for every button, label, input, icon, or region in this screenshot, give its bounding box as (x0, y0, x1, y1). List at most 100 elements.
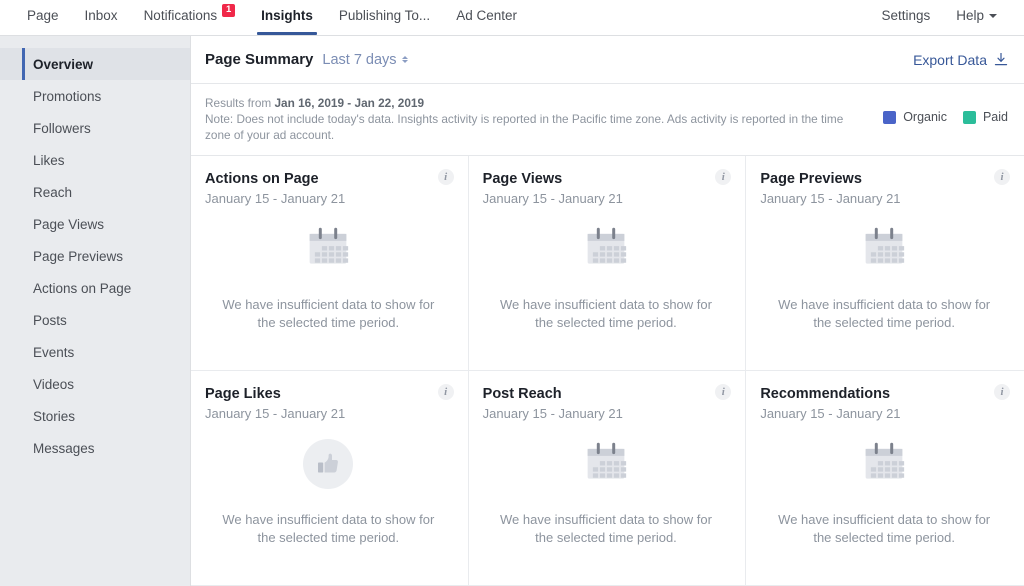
sidebar-item-label: Page Previews (33, 248, 124, 264)
nav-tab-insights[interactable]: Insights (248, 0, 326, 35)
sidebar-item-events[interactable]: Events (0, 336, 190, 368)
notifications-badge: 1 (222, 4, 236, 17)
help-label: Help (956, 8, 984, 23)
metric-card-title: Page Previews (760, 171, 862, 187)
insights-sidebar: Overview Promotions Followers Likes Reach Pag… (0, 36, 190, 586)
nav-tab-page[interactable]: Page (14, 0, 72, 35)
metric-card-title: Page Views (482, 171, 563, 187)
sidebar-item-followers[interactable]: Followers (0, 112, 190, 144)
metric-card-date-range: January 15 - January 21 (482, 191, 623, 206)
settings-link[interactable]: Settings (868, 0, 943, 35)
sidebar-item-label: Events (33, 344, 75, 360)
chevron-down-icon (989, 13, 997, 18)
info-icon[interactable]: i (993, 384, 1010, 400)
top-nav-actions: Settings Help (868, 0, 1010, 35)
info-icon[interactable]: i (437, 169, 454, 185)
metric-card-date-range: January 15 - January 21 (760, 191, 901, 206)
legend-item-organic: Organic (883, 110, 947, 124)
metric-card-page-previews[interactable]: Page Previews January 15 - January 21 i We … (746, 156, 1024, 371)
date-range-selector[interactable]: Last 7 days (322, 51, 408, 68)
legend-label: Paid (982, 110, 1008, 124)
nav-tab-label: Notifications (143, 7, 218, 23)
sidebar-item-overview[interactable]: Overview (0, 48, 190, 80)
legend-swatch (883, 110, 897, 124)
sidebar-item-promotions[interactable]: Promotions (0, 80, 190, 112)
nav-tab-publishing-to[interactable]: Publishing To... (326, 0, 443, 35)
sidebar-item-messages[interactable]: Messages (0, 432, 190, 464)
nav-tab-ad-center[interactable]: Ad Center (443, 0, 530, 35)
metric-card-empty-state: We have insufficient data to show for th… (760, 206, 1008, 370)
legend-label: Organic (903, 110, 947, 124)
metric-card-date-range: January 15 - January 21 (205, 191, 346, 206)
empty-state-message: We have insufficient data to show for th… (778, 511, 991, 545)
page-title: Page Summary (205, 51, 314, 68)
sidebar-item-label: Actions on Page (33, 280, 132, 296)
legend-swatch (962, 110, 976, 124)
empty-state-message: We have insufficient data to show for th… (499, 296, 712, 330)
sidebar-item-label: Videos (33, 376, 75, 392)
info-icon[interactable]: i (437, 384, 454, 400)
page-shell: Overview Promotions Followers Likes Reach Pag… (0, 35, 1024, 586)
metric-card-page-views[interactable]: Page Views January 15 - January 21 i We hav… (468, 156, 747, 371)
calendar-icon (863, 225, 905, 274)
sidebar-item-reach[interactable]: Reach (0, 176, 190, 208)
calendar-icon (307, 225, 349, 274)
metric-card-title: Recommendations (760, 386, 891, 402)
thumbs-up-icon-circle (303, 439, 354, 489)
legend-item-paid: Paid (962, 110, 1008, 124)
results-note-text: Results from Jan 16, 2019 - Jan 22, 2019… (205, 95, 855, 143)
metric-card-post-reach[interactable]: Post Reach January 15 - January 21 i We hav… (468, 371, 747, 586)
sidebar-item-stories[interactable]: Stories (0, 400, 190, 432)
calendar-icon (863, 440, 905, 489)
sidebar-item-label: Followers (33, 120, 91, 136)
series-legend: Organic Paid (867, 95, 1008, 124)
metric-card-empty-state: We have insufficient data to show for th… (205, 421, 452, 585)
metric-card-title: Post Reach (482, 386, 562, 402)
sidebar-item-label: Promotions (33, 88, 102, 104)
metric-card-title: Actions on Page (205, 171, 319, 187)
sidebar-item-label: Likes (33, 152, 65, 168)
metric-card-date-range: January 15 - January 21 (482, 406, 623, 421)
nav-tab-notifications[interactable]: Notifications 1 (131, 0, 249, 35)
metric-card-date-range: January 15 - January 21 (205, 406, 346, 421)
metric-card-empty-state: We have insufficient data to show for th… (205, 206, 452, 370)
sidebar-item-label: Stories (33, 408, 76, 424)
date-range-label: Last 7 days (322, 51, 397, 68)
metric-card-page-likes[interactable]: Page Likes January 15 - January 21 i We hav… (191, 371, 469, 586)
sidebar-item-page-previews[interactable]: Page Previews (0, 240, 190, 272)
top-navigation-bar: Page Inbox Notifications 1 Insights Publishin… (0, 0, 1024, 35)
page-summary-header: Page Summary Last 7 days Export Data (191, 36, 1024, 84)
calendar-icon (585, 225, 627, 274)
metric-card-empty-state: We have insufficient data to show for th… (483, 206, 730, 370)
metric-card-empty-state: We have insufficient data to show for th… (483, 421, 730, 585)
metric-card-actions-on-page[interactable]: Actions on Page January 15 - January 21 i W… (191, 156, 469, 371)
metric-card-empty-state: We have insufficient data to show for th… (760, 421, 1008, 585)
timezone-note: Note: Does not include today's data. Ins… (205, 112, 844, 142)
results-line: Results from Jan 16, 2019 - Jan 22, 2019 (205, 95, 855, 111)
settings-label: Settings (881, 8, 931, 23)
nav-tab-inbox[interactable]: Inbox (72, 0, 131, 35)
sidebar-item-label: Page Views (33, 216, 105, 232)
sidebar-item-label: Overview (33, 56, 94, 72)
export-data-button[interactable]: Export Data (913, 52, 1008, 68)
thumbs-up-glyph (318, 453, 339, 473)
metrics-card-grid: Actions on Page January 15 - January 21 i W… (191, 156, 1024, 586)
sidebar-item-label: Reach (33, 184, 73, 200)
help-menu[interactable]: Help (943, 0, 1010, 35)
results-note-band: Results from Jan 16, 2019 - Jan 22, 2019… (191, 84, 1024, 156)
info-icon[interactable]: i (993, 169, 1010, 185)
calendar-icon (585, 440, 627, 489)
metric-card-recommendations[interactable]: Recommendations January 15 - January 21 i W… (746, 371, 1024, 586)
sidebar-item-videos[interactable]: Videos (0, 368, 190, 400)
sort-updown-icon (401, 55, 408, 64)
sidebar-item-label: Messages (33, 440, 95, 456)
sidebar-item-posts[interactable]: Posts (0, 304, 190, 336)
sidebar-item-actions-on-page[interactable]: Actions on Page (0, 272, 190, 304)
results-date-range: Jan 16, 2019 - Jan 22, 2019 (274, 96, 425, 110)
insights-main-panel: Page Summary Last 7 days Export Data Res… (190, 36, 1024, 586)
nav-tab-label: Ad Center (456, 7, 517, 23)
metric-card-title: Page Likes (205, 386, 281, 402)
sidebar-item-page-views[interactable]: Page Views (0, 208, 190, 240)
nav-tab-label: Page (27, 7, 59, 23)
sidebar-item-likes[interactable]: Likes (0, 144, 190, 176)
